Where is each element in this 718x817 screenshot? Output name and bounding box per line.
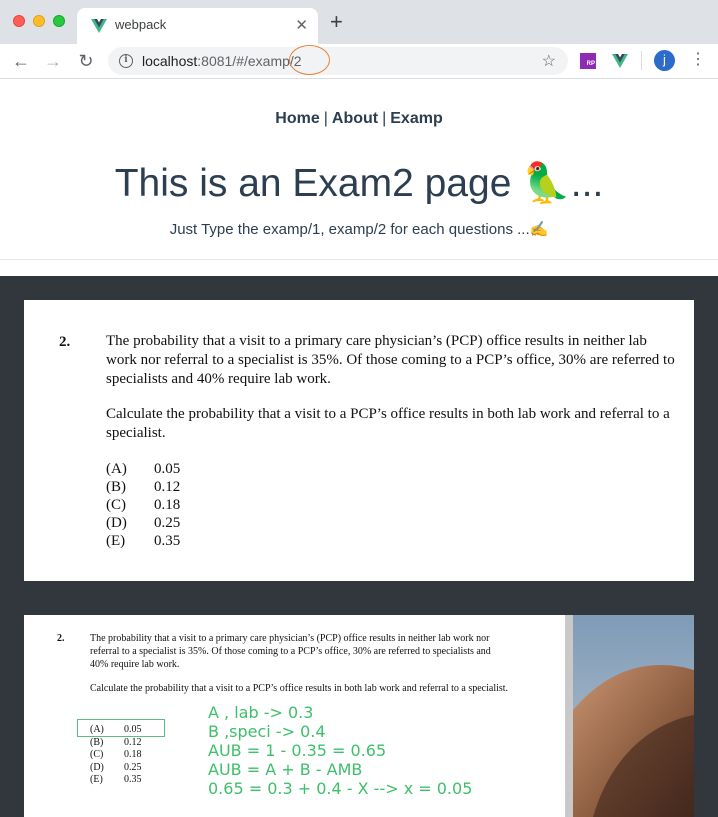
url-host: localhost xyxy=(142,53,198,69)
page-subtitle: Just Type the examp/1, examp/2 for each … xyxy=(169,221,549,238)
browser-tab[interactable]: webpack ✕ xyxy=(77,8,318,44)
nav-examp-link[interactable]: Examp xyxy=(390,110,442,127)
note-line: B ,speci -> 0.4 xyxy=(208,722,326,741)
choice-value: 0.12 xyxy=(154,479,181,495)
solution-image: 2. The probability that a visit to a pri… xyxy=(24,615,565,817)
answer-choice: (E) 0.35 xyxy=(106,532,180,550)
forward-arrow-icon[interactable]: → xyxy=(43,51,63,71)
more-menu-icon[interactable]: ⋮ xyxy=(690,50,706,70)
nav-about-link[interactable]: About xyxy=(332,110,378,127)
choice-label: (C) xyxy=(90,749,104,760)
note-line: A , lab -> 0.3 xyxy=(208,703,314,722)
address-bar[interactable]: i localhost:8081/#/examp/2 ☆ xyxy=(108,47,568,75)
question-number: 2. xyxy=(59,334,71,350)
page-title: This is an Exam2 page 🦜... xyxy=(114,162,604,205)
nav-separator: | xyxy=(382,110,387,127)
answer-choice: (E) 0.35 xyxy=(90,774,142,787)
choice-value: 0.05 xyxy=(124,724,142,735)
reload-icon[interactable]: ↻ xyxy=(76,51,96,71)
question-paragraph: Calculate the probability that a visit t… xyxy=(90,683,509,694)
nav-home-link[interactable]: Home xyxy=(275,110,319,127)
answer-choice: (A) 0.05 xyxy=(90,724,142,737)
note-line: AUB = A + B - AMB xyxy=(208,760,363,779)
question-text: The probability that a visit to a primar… xyxy=(90,632,510,706)
choice-value: 0.35 xyxy=(124,774,142,785)
plus-icon[interactable]: + xyxy=(330,11,343,33)
choice-value: 0.25 xyxy=(154,515,181,531)
url-path: :8081/#/examp/2 xyxy=(197,53,302,69)
nav-separator: | xyxy=(323,110,328,127)
answer-choice: (B) 0.12 xyxy=(106,478,180,496)
window-close-button[interactable] xyxy=(13,15,25,27)
choice-label: (A) xyxy=(90,724,104,735)
choice-value: 0.25 xyxy=(124,761,142,773)
toolbar-separator xyxy=(641,51,642,70)
choice-label: (A) xyxy=(106,461,127,477)
back-arrow-icon[interactable]: ← xyxy=(11,51,31,71)
handwritten-notes: A , lab -> 0.3 B ,speci -> 0.4 AUB = 1 -… xyxy=(208,703,472,798)
answer-choice: (D) 0.25 xyxy=(90,762,142,775)
choice-label: (E) xyxy=(90,774,103,785)
answer-choice: (D) 0.25 xyxy=(106,514,180,532)
answer-choices: (A) 0.05 (B) 0.12 (C) 0.18 (D) 0.25 (E) 0.35 xyxy=(90,724,142,787)
question-text: The probability that a visit to a primar… xyxy=(106,332,681,459)
choice-label: (B) xyxy=(106,479,126,495)
choice-value: 0.35 xyxy=(154,533,181,549)
choice-label: (D) xyxy=(106,515,127,531)
bookmark-star-icon[interactable]: ☆ xyxy=(542,51,556,71)
window-minimize-button[interactable] xyxy=(33,15,45,27)
tab-strip: webpack ✕ + xyxy=(0,0,718,44)
rp-extension-icon[interactable]: RP xyxy=(580,53,596,69)
choice-label: (C) xyxy=(106,497,126,513)
vue-devtools-icon[interactable] xyxy=(612,53,628,69)
choice-value: 0.12 xyxy=(124,736,142,748)
info-icon[interactable]: i xyxy=(119,54,133,68)
question-paragraph: The probability that a visit to a primar… xyxy=(106,333,675,387)
question-number: 2. xyxy=(57,633,65,644)
divider xyxy=(0,259,718,260)
answer-choice: (B) 0.12 xyxy=(90,737,142,750)
question-paragraph: Calculate the probability that a visit t… xyxy=(106,406,670,441)
url-text[interactable]: localhost:8081/#/examp/2 xyxy=(142,53,302,69)
close-icon[interactable]: ✕ xyxy=(295,16,308,34)
choice-value: 0.18 xyxy=(154,497,181,513)
vue-logo-icon xyxy=(91,19,107,33)
choice-value: 0.18 xyxy=(124,749,142,760)
note-line: 0.65 = 0.3 + 0.4 - X --> x = 0.05 xyxy=(208,779,473,798)
question-paragraph: The probability that a visit to a primar… xyxy=(90,633,491,670)
browser-toolbar: ← → ↻ i localhost:8081/#/examp/2 ☆ xyxy=(0,44,718,79)
answer-choice: (C) 0.18 xyxy=(90,749,142,762)
choice-label: (E) xyxy=(106,533,126,549)
main-nav: Home | About | Examp xyxy=(0,110,718,128)
answer-choice: (C) 0.18 xyxy=(106,496,180,514)
choice-label: (D) xyxy=(90,761,104,773)
annotation-circle xyxy=(289,45,330,75)
profile-avatar[interactable]: j xyxy=(654,50,675,71)
answer-choices: (A) 0.05 (B) 0.12 (C) 0.18 (D) 0.25 (E) 0.35 xyxy=(106,460,180,550)
choice-label: (B) xyxy=(90,736,104,748)
tab-title: webpack xyxy=(115,17,167,32)
answer-choice: (A) 0.05 xyxy=(106,460,180,478)
note-line: AUB = 1 - 0.35 = 0.65 xyxy=(208,741,387,760)
choice-value: 0.05 xyxy=(154,461,181,477)
image-scrollbar xyxy=(565,615,573,817)
desktop-wallpaper-image xyxy=(573,615,694,817)
question-image: 2. The probability that a visit to a pri… xyxy=(24,300,694,581)
window-maximize-button[interactable] xyxy=(53,15,65,27)
